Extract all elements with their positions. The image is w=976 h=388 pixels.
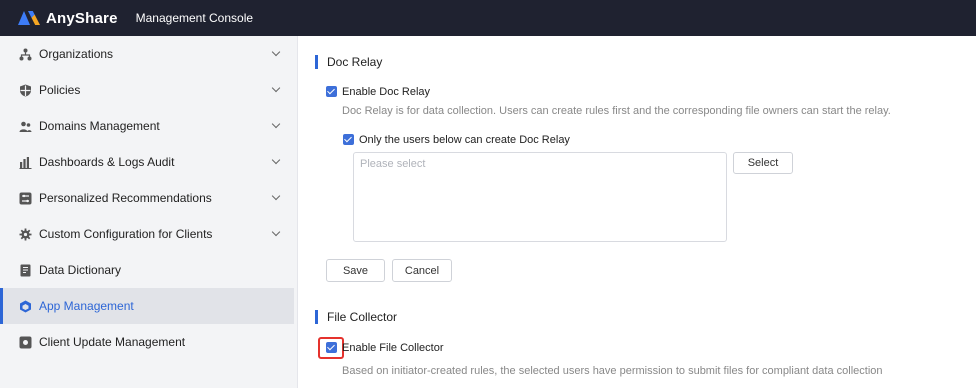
gear-icon <box>18 227 32 241</box>
section-title-text: File Collector <box>327 310 398 324</box>
chevron-down-icon <box>271 191 281 201</box>
doc-relay-description: Doc Relay is for data collection. Users … <box>342 105 891 117</box>
cube-icon <box>18 299 32 313</box>
sidebar-item-label: Custom Configuration for Clients <box>39 227 213 241</box>
users-placeholder: Please select <box>360 158 426 170</box>
chevron-down-icon <box>271 83 281 93</box>
users-icon <box>18 119 32 133</box>
restrict-creators-label: Only the users below can create Doc Rela… <box>359 134 570 146</box>
sidebar-item-custom-configuration[interactable]: Custom Configuration for Clients <box>0 216 297 252</box>
sidebar-item-organizations[interactable]: Organizations <box>0 36 297 72</box>
sidebar-item-label: Client Update Management <box>39 335 186 349</box>
main-content: Doc Relay Enable Doc Relay Doc Relay is … <box>299 36 976 388</box>
sidebar: Organizations Policies Domains Managemen… <box>0 36 298 388</box>
sliders-icon <box>18 191 32 205</box>
save-button[interactable]: Save <box>326 259 385 282</box>
enable-doc-relay-label: Enable Doc Relay <box>342 86 431 98</box>
chevron-down-icon <box>271 227 281 237</box>
cancel-button[interactable]: Cancel <box>392 259 452 282</box>
policy-icon <box>18 83 32 97</box>
bar-chart-icon <box>18 155 32 169</box>
sidebar-item-dashboards-logs-audit[interactable]: Dashboards & Logs Audit <box>0 144 297 180</box>
selected-users-field[interactable]: Please select <box>353 152 727 242</box>
enable-file-collector-checkbox[interactable] <box>326 342 337 353</box>
anyshare-logo-icon <box>18 10 42 26</box>
sidebar-item-label: Personalized Recommendations <box>39 191 212 205</box>
console-title: Management Console <box>135 11 254 25</box>
restrict-creators-checkbox[interactable] <box>343 134 354 145</box>
section-accent-bar <box>315 310 318 324</box>
doc-relay-section-title: Doc Relay <box>315 55 382 69</box>
section-title-text: Doc Relay <box>327 55 383 69</box>
enable-doc-relay-checkbox[interactable] <box>326 86 337 97</box>
chevron-down-icon <box>271 119 281 129</box>
file-collector-description: Based on initiator-created rules, the se… <box>342 365 883 377</box>
sidebar-item-label: Organizations <box>39 47 114 61</box>
sidebar-item-label: Policies <box>39 83 81 97</box>
sidebar-item-label: Data Dictionary <box>39 263 122 277</box>
chevron-down-icon <box>271 155 281 165</box>
sidebar-item-policies[interactable]: Policies <box>0 72 297 108</box>
org-icon <box>18 47 32 61</box>
top-bar: AnyShare Management Console <box>0 0 976 36</box>
chevron-down-icon <box>271 47 281 57</box>
sidebar-item-personalized-recommendations[interactable]: Personalized Recommendations <box>0 180 297 216</box>
section-accent-bar <box>315 55 318 69</box>
brand-name: AnyShare <box>46 9 118 27</box>
enable-file-collector-label: Enable File Collector <box>342 342 444 354</box>
select-users-button[interactable]: Select <box>733 152 793 174</box>
sidebar-item-label: Domains Management <box>39 119 160 133</box>
sidebar-item-data-dictionary[interactable]: Data Dictionary <box>0 252 297 288</box>
update-icon <box>18 335 32 349</box>
sidebar-item-app-management[interactable]: App Management <box>0 288 294 324</box>
book-icon <box>18 263 32 277</box>
sidebar-item-label: App Management <box>39 299 134 313</box>
sidebar-item-label: Dashboards & Logs Audit <box>39 155 175 169</box>
anyshare-logo[interactable]: AnyShare <box>18 10 118 27</box>
sidebar-item-client-update-management[interactable]: Client Update Management <box>0 324 297 360</box>
file-collector-section-title: File Collector <box>315 310 397 324</box>
sidebar-item-domains-management[interactable]: Domains Management <box>0 108 297 144</box>
